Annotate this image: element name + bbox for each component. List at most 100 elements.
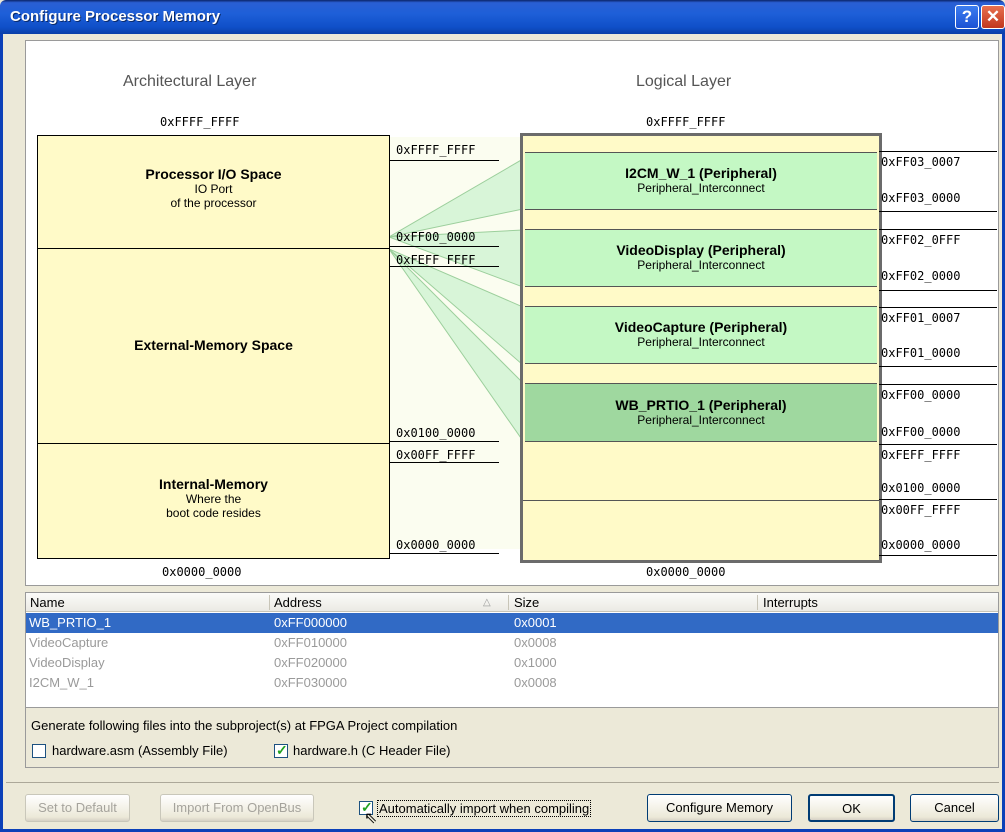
row-name: VideoDisplay bbox=[29, 655, 105, 670]
row-name: WB_PRTIO_1 bbox=[29, 615, 112, 630]
address-rule bbox=[879, 555, 997, 556]
arch-bottom-address: 0x0000_0000 bbox=[162, 565, 242, 579]
peripheral-block-videodisplay[interactable]: VideoDisplay (Peripheral) Peripheral_Int… bbox=[525, 229, 877, 287]
internal-memory-line1: Where the bbox=[185, 492, 242, 506]
internal-memory-line2: boot code resides bbox=[166, 506, 261, 520]
address-rule bbox=[389, 462, 499, 463]
memory-map-canvas: Architectural Layer Logical Layer 0xFFFF… bbox=[25, 40, 999, 586]
peripheral-bus: Peripheral_Interconnect bbox=[637, 181, 765, 195]
ok-button[interactable]: OK bbox=[808, 794, 895, 822]
int-high-address: 0x00FF_FFFF bbox=[881, 503, 961, 517]
column-header-address[interactable]: Address bbox=[274, 595, 322, 610]
mouse-cursor-icon: ⇖ bbox=[364, 810, 378, 827]
column-separator[interactable] bbox=[757, 595, 758, 610]
logical-layer-stack: I2CM_W_1 (Peripheral) Peripheral_Interco… bbox=[520, 133, 882, 563]
row-name: I2CM_W_1 bbox=[29, 675, 95, 690]
sort-ascending-icon: △ bbox=[483, 597, 491, 608]
table-row[interactable]: VideoCapture 0xFF010000 0x0008 bbox=[26, 633, 998, 653]
title-bar[interactable]: Configure Processor Memory ? ✕ bbox=[0, 0, 1005, 34]
configure-memory-button[interactable]: Configure Memory bbox=[647, 794, 792, 822]
videodisplay-high-address: 0xFF02_0FFF bbox=[881, 233, 961, 247]
help-button[interactable]: ? bbox=[955, 5, 979, 29]
close-icon: ✕ bbox=[985, 7, 1001, 26]
set-to-default-button[interactable]: Set to Default bbox=[25, 794, 130, 822]
internal-memory-block[interactable]: Internal-Memory Where the boot code resi… bbox=[37, 443, 390, 559]
logical-top-address: 0xFFFF_FFFF bbox=[646, 115, 726, 129]
row-size: 0x0008 bbox=[514, 675, 557, 690]
peripheral-table[interactable]: Name Address △ Size Interrupts WB_PRTIO_… bbox=[25, 592, 999, 708]
hardware-h-checkbox[interactable]: ✓ bbox=[274, 742, 288, 758]
ext-high-address: 0xFEFF_FFFF bbox=[881, 448, 961, 462]
i2cm-high-address: 0xFF03_0007 bbox=[881, 155, 961, 169]
external-memory-space-block[interactable]: External-Memory Space bbox=[37, 248, 390, 444]
peripheral-name: I2CM_W_1 (Peripheral) bbox=[625, 165, 777, 181]
row-size: 0x0001 bbox=[514, 615, 557, 630]
processor-io-space-block[interactable]: Processor I/O Space IO Port of the proce… bbox=[37, 135, 390, 249]
hardware-asm-label[interactable]: hardware.asm (Assembly File) bbox=[52, 743, 228, 758]
address-rule bbox=[879, 444, 997, 445]
io-space-line1: IO Port bbox=[194, 182, 233, 196]
ext-low-address: 0x0100_0000 bbox=[881, 481, 961, 495]
address-rule bbox=[879, 229, 997, 230]
int-low-address: 0x0000_0000 bbox=[881, 538, 961, 552]
peripheral-block-videocapture[interactable]: VideoCapture (Peripheral) Peripheral_Int… bbox=[525, 306, 877, 364]
address-rule bbox=[879, 211, 997, 212]
column-header-size[interactable]: Size bbox=[514, 595, 539, 610]
table-row[interactable]: I2CM_W_1 0xFF030000 0x0008 bbox=[26, 673, 998, 693]
peripheral-name: VideoDisplay (Peripheral) bbox=[616, 242, 786, 258]
wb-prtio-high-address: 0xFF00_0000 bbox=[881, 388, 961, 402]
address-rule bbox=[879, 384, 997, 385]
peripheral-bus: Peripheral_Interconnect bbox=[637, 413, 765, 427]
videocapture-low-address: 0xFF01_0000 bbox=[881, 346, 961, 360]
row-address: 0xFF010000 bbox=[274, 635, 347, 650]
hardware-h-label[interactable]: hardware.h (C Header File) bbox=[293, 743, 451, 758]
ext-top-address: 0xFEFF_FFFF bbox=[396, 253, 476, 267]
peripheral-bus: Peripheral_Interconnect bbox=[637, 335, 765, 349]
row-address: 0xFF030000 bbox=[274, 675, 347, 690]
io-space-line2: of the processor bbox=[170, 196, 257, 210]
row-size: 0x0008 bbox=[514, 635, 557, 650]
hardware-asm-checkbox[interactable] bbox=[32, 744, 46, 758]
auto-import-label[interactable]: Automatically import when compiling bbox=[377, 800, 592, 817]
column-header-name[interactable]: Name bbox=[30, 595, 65, 610]
address-rule bbox=[389, 553, 499, 554]
address-rule bbox=[389, 160, 499, 161]
column-header-interrupts[interactable]: Interrupts bbox=[763, 595, 818, 610]
int-bottom-address: 0x0000_0000 bbox=[396, 538, 476, 552]
table-header: Name Address △ Size Interrupts bbox=[26, 593, 998, 612]
generate-files-label: Generate following files into the subpro… bbox=[31, 718, 458, 733]
address-rule bbox=[389, 246, 499, 247]
table-row[interactable]: VideoDisplay 0xFF020000 0x1000 bbox=[26, 653, 998, 673]
internal-memory-title: Internal-Memory bbox=[159, 476, 268, 492]
row-address: 0xFF020000 bbox=[274, 655, 347, 670]
int-top-address: 0x00FF_FFFF bbox=[396, 448, 476, 462]
column-separator[interactable] bbox=[508, 595, 509, 610]
import-from-openbus-button[interactable]: Import From OpenBus bbox=[160, 794, 314, 822]
external-memory-title: External-Memory Space bbox=[134, 337, 293, 353]
architectural-layer-title: Architectural Layer bbox=[123, 73, 257, 90]
wb-prtio-low-address: 0xFF00_0000 bbox=[881, 425, 961, 439]
address-mapping-connector bbox=[389, 137, 523, 549]
arch-top-address: 0xFFFF_FFFF bbox=[160, 115, 240, 129]
peripheral-bus: Peripheral_Interconnect bbox=[637, 258, 765, 272]
cancel-button[interactable]: Cancel bbox=[910, 794, 999, 822]
logical-bottom-address: 0x0000_0000 bbox=[646, 565, 726, 579]
footer-divider bbox=[6, 782, 999, 783]
checkmark-icon: ✓ bbox=[276, 742, 288, 758]
row-name: VideoCapture bbox=[29, 635, 109, 650]
address-rule bbox=[879, 307, 997, 308]
i2cm-low-address: 0xFF03_0000 bbox=[881, 191, 961, 205]
logical-layer-title: Logical Layer bbox=[636, 73, 732, 90]
peripheral-name: WB_PRTIO_1 (Peripheral) bbox=[615, 397, 787, 413]
peripheral-name: VideoCapture (Peripheral) bbox=[614, 319, 788, 335]
address-rule bbox=[879, 366, 997, 367]
close-button[interactable]: ✕ bbox=[981, 5, 1005, 29]
videocapture-high-address: 0xFF01_0007 bbox=[881, 311, 961, 325]
address-rule bbox=[879, 151, 997, 152]
peripheral-block-wb-prtio[interactable]: WB_PRTIO_1 (Peripheral) Peripheral_Inter… bbox=[525, 383, 877, 442]
table-row[interactable]: WB_PRTIO_1 0xFF000000 0x0001 bbox=[26, 613, 998, 633]
io-space-title: Processor I/O Space bbox=[145, 166, 282, 182]
peripheral-block-i2cm[interactable]: I2CM_W_1 (Peripheral) Peripheral_Interco… bbox=[525, 152, 877, 210]
column-separator[interactable] bbox=[269, 595, 270, 610]
question-icon: ? bbox=[961, 7, 973, 26]
